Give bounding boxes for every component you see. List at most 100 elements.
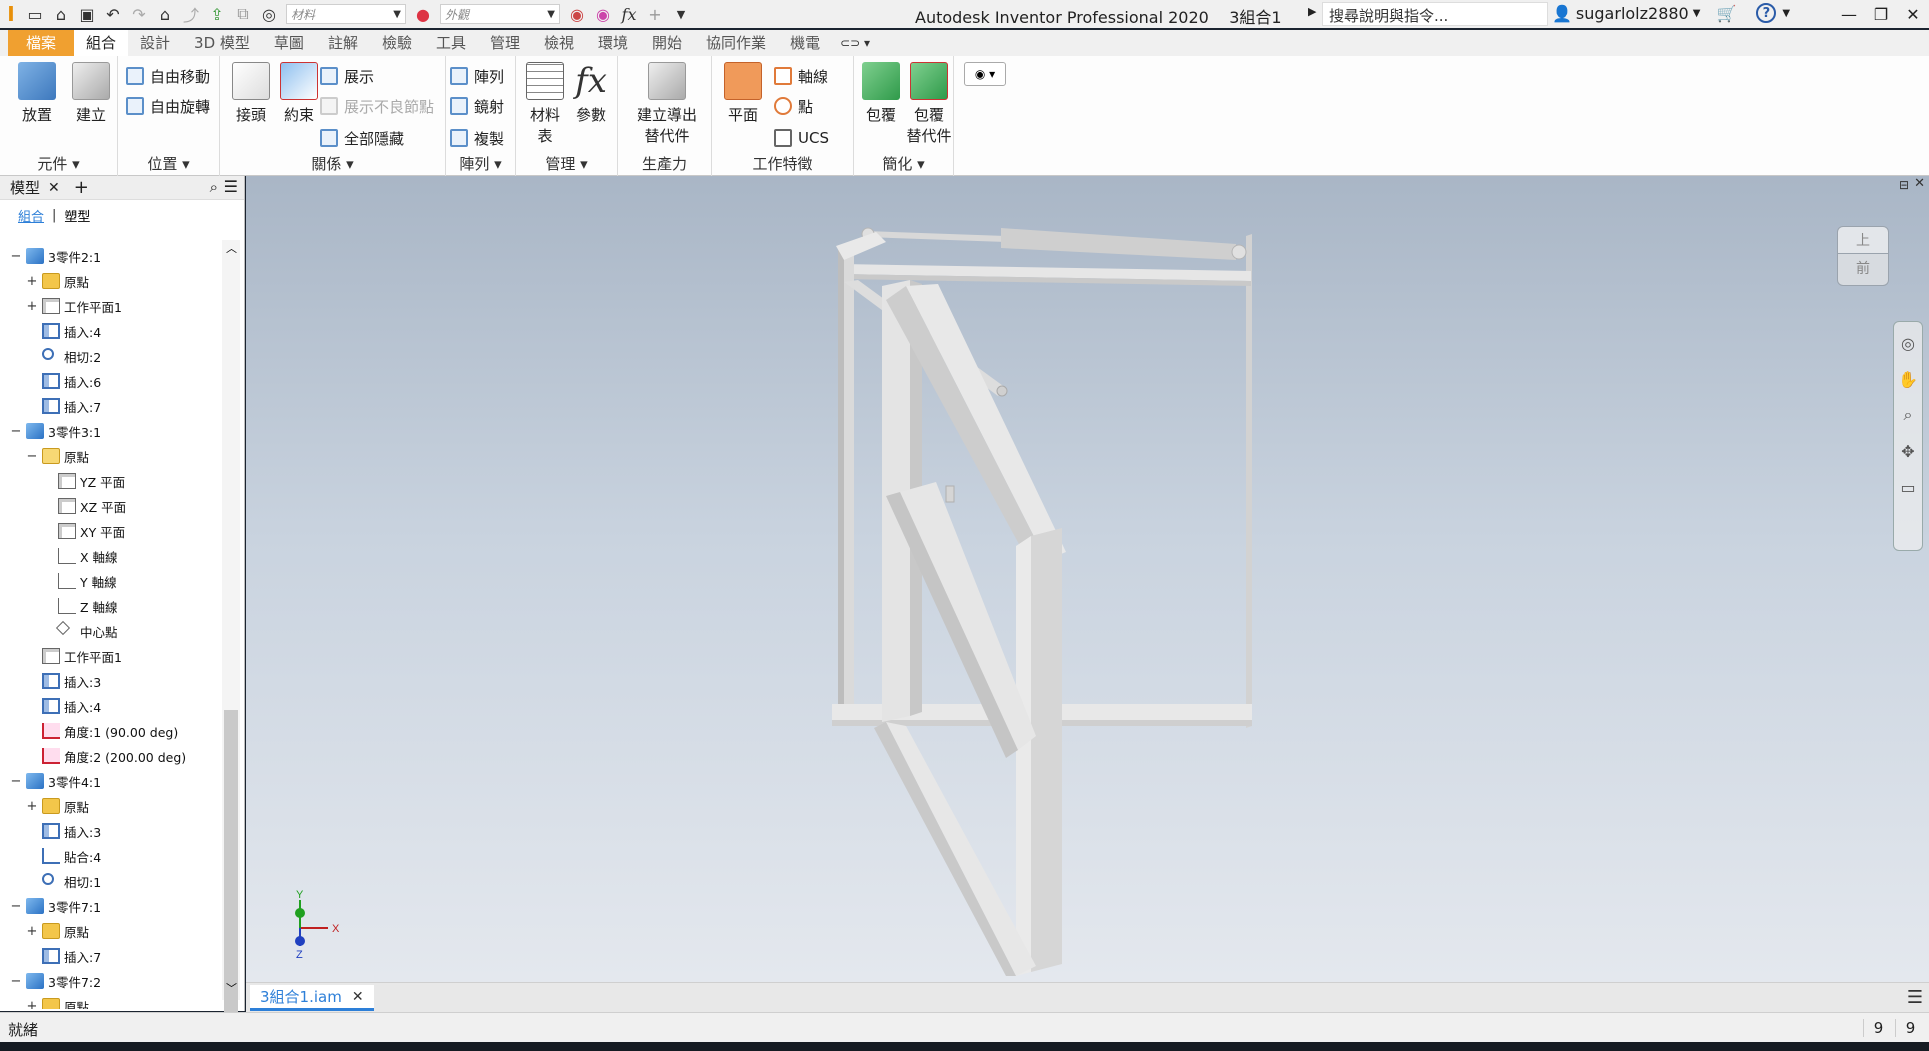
tab-2[interactable]: 設計 [128,30,182,56]
joint-button[interactable]: 接頭 [226,62,276,125]
expand-icon[interactable]: + [26,299,38,314]
menu-icon[interactable]: ☰ [224,177,238,196]
tree-node[interactable]: 角度:1 (90.00 deg) [10,719,220,744]
adjust-appearance-icon[interactable]: ◉ [564,3,590,25]
scroll-down-icon[interactable]: ﹀ [226,980,237,996]
collapse-icon[interactable]: − [10,249,22,264]
redo-icon[interactable]: ↷ [126,3,152,25]
tree-node[interactable]: 工作平面1 [10,644,220,669]
panel-title-pattern[interactable]: 陣列 ▾ [446,153,515,174]
panel-title-simplification[interactable]: 簡化 ▾ [854,153,953,174]
tree-node[interactable]: 中心點 [10,619,220,644]
tree-node[interactable]: + 原點 [10,794,220,819]
plane-button[interactable]: 平面 [718,62,768,125]
collapse-icon[interactable]: − [10,899,22,914]
clear-appearance-icon[interactable]: ◉ [590,3,616,25]
return-icon[interactable]: ⤴ [178,3,204,25]
zoom-icon[interactable]: ⌕ [1896,404,1920,426]
expand-icon[interactable]: + [26,924,38,939]
scroll-thumb[interactable] [224,710,238,1051]
panel-title-component[interactable]: 元件 ▾ [0,153,117,174]
create-button[interactable]: 建立 [66,62,116,125]
frame-left-post[interactable] [844,242,854,716]
expand-arrow-icon[interactable]: ▶ [1308,5,1316,18]
browser-title[interactable]: 模型 [10,177,40,198]
tree-node[interactable]: − 3零件4:1 [10,769,220,794]
tab-6[interactable]: 檢驗 [370,30,424,56]
tree-node[interactable]: − 原點 [10,444,220,469]
support-arm-pivot[interactable] [996,385,1008,397]
model-viewport[interactable]: X Y Z [246,176,1929,982]
door-right-post-face[interactable] [1016,536,1031,976]
strut-pivot-right[interactable] [1231,244,1247,260]
tree-node[interactable]: − 3零件3:1 [10,419,220,444]
derive-substitute-button[interactable]: 建立導出 替代件 [632,62,702,146]
show-button[interactable]: 展示 [320,64,374,88]
point-button[interactable]: 點 [774,94,813,118]
tab-file[interactable]: 檔案 [8,30,75,56]
parameters-button[interactable]: fx 參數 [566,62,616,125]
viewcube-top-face[interactable]: 上 [1837,226,1889,254]
viewcube[interactable]: 上 前 [1837,226,1893,296]
gas-strut-cylinder[interactable] [1001,228,1236,260]
expand-icon[interactable]: + [26,274,38,289]
tab-9[interactable]: 檢視 [532,30,586,56]
chevron-down-icon[interactable]: ▼ [1782,8,1790,19]
tree-node[interactable]: 相切:2 [10,344,220,369]
home-icon[interactable]: ⌂ [152,3,178,25]
document-tab[interactable]: 3組合1.iam ✕ [250,985,374,1011]
top-left-bracket[interactable] [836,232,886,260]
material-select[interactable]: 材料 ▼ [286,4,406,24]
inventor-logo-icon[interactable]: I [0,2,22,26]
constrain-button[interactable]: 約束 [274,62,324,125]
select-icon[interactable]: ⧉ [230,3,256,25]
close-icon[interactable]: ✕ [352,989,364,1005]
tab-11[interactable]: 開始 [640,30,694,56]
tree-node[interactable]: 插入:3 [10,819,220,844]
user-icon[interactable]: 👤 [1552,4,1572,23]
tree-node[interactable]: − 3零件7:1 [10,894,220,919]
tree-node[interactable]: + 原點 [10,994,220,1009]
new-file-icon[interactable]: ▭ [22,3,48,25]
browser-scrollbar[interactable]: ︿ ﹀ [222,240,240,1051]
tree-node[interactable]: XZ 平面 [10,494,220,519]
save-icon[interactable]: ▣ [74,3,100,25]
hide-all-button[interactable]: 全部隱藏 [320,126,404,150]
free-move-button[interactable]: 自由移動 [126,64,210,88]
tree-node[interactable]: + 原點 [10,269,220,294]
collapse-icon[interactable]: − [10,424,22,439]
collapse-icon[interactable]: − [10,974,22,989]
tree-node[interactable]: + 工作平面1 [10,294,220,319]
pan-hand-icon[interactable]: ✋ [1896,368,1920,390]
close-icon[interactable]: ✕ [1897,0,1929,28]
minimize-icon[interactable]: — [1833,0,1865,28]
add-browser-tab-button[interactable]: + [74,177,89,198]
panel-title-manage[interactable]: 管理 ▾ [516,153,617,174]
tab-10[interactable]: 環境 [586,30,640,56]
view-assembly-tab[interactable]: 組合 [18,206,44,225]
tree-node[interactable]: YZ 平面 [10,469,220,494]
latch-tab[interactable] [945,485,955,503]
tree-node[interactable]: − 3零件7:2 [10,969,220,994]
ribbon-options-button[interactable]: ◉ ▾ [964,62,1006,86]
ucs-button[interactable]: UCS [774,126,829,150]
username-label[interactable]: sugarlolz2880 [1576,4,1689,23]
update-icon[interactable]: ⇪ [204,3,230,25]
tree-node[interactable]: Z 軸線 [10,594,220,619]
scroll-up-icon[interactable]: ︿ [226,240,237,256]
orbit-icon[interactable]: ✥ [1896,440,1920,462]
customize-qat-icon[interactable]: ▼ [668,3,694,25]
steering-wheel-icon[interactable]: ◎ [1896,332,1920,354]
tree-node[interactable]: Y 軸線 [10,569,220,594]
tree-node[interactable]: X 軸線 [10,544,220,569]
shrinkwrap-button[interactable]: 包覆 [856,62,906,125]
appearance-select[interactable]: 外觀 ▼ [440,4,560,24]
restore-icon[interactable]: ❐ [1865,0,1897,28]
collapse-icon[interactable]: − [10,774,22,789]
tree-node[interactable]: 貼合:4 [10,844,220,869]
frame-right-post[interactable] [1246,234,1252,728]
close-icon[interactable]: ✕ [48,180,60,196]
material-sphere-icon[interactable]: ◎ [256,3,282,25]
help-search-input[interactable]: 搜尋說明與指令... [1322,2,1548,26]
expand-icon[interactable]: + [26,799,38,814]
